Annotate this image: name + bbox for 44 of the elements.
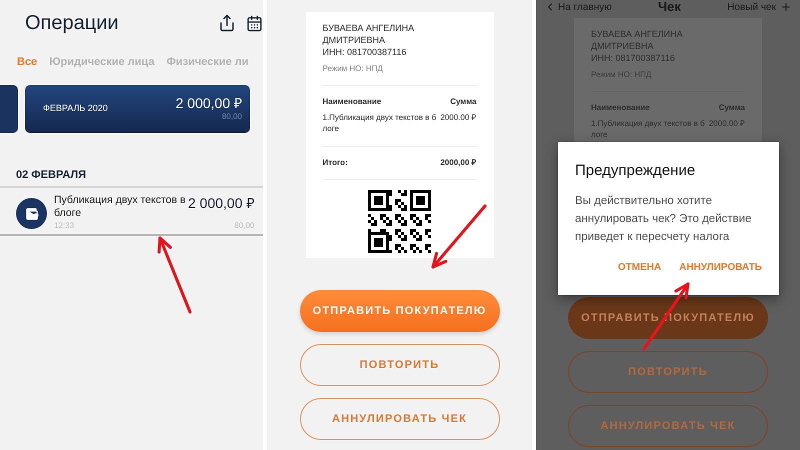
seller-name: БУВАЕВА АНГЕЛИНА ДМИТРИЕВНА: [591, 28, 684, 52]
seller-name: БУВАЕВА АНГЕЛИНА ДМИТРИЕВНА: [322, 22, 416, 46]
action-button[interactable]: ОТПРАВИТЬ ПОКУПАТЕЛЮ: [300, 290, 500, 332]
item-name: 1.Публикация двух текстов в блоге: [591, 118, 706, 140]
month-tax: 80,00: [222, 110, 242, 122]
filter-tab[interactable]: Все: [17, 54, 38, 70]
calendar-icon[interactable]: [246, 14, 263, 32]
tax-mode: Режим НО: НПД: [322, 63, 384, 75]
new-receipt-link[interactable]: Новый чек: [727, 0, 776, 14]
item-name: 1.Публикация двух текстов в блоге: [322, 112, 438, 134]
operation-title: Публикация двух текстов в блоге: [54, 194, 186, 220]
total-amount: 2000,00 ₽: [440, 157, 476, 169]
action-button[interactable]: АННУЛИРОВАТЬ ЧЕК: [568, 405, 768, 447]
date-header: 02 ФЕВРАЛЯ: [15, 168, 88, 182]
filter-tab[interactable]: Физические ли: [166, 54, 249, 70]
dialog-action-button[interactable]: АННУЛИРОВАТЬ: [679, 260, 762, 274]
item-amount: 2000.00 ₽: [708, 118, 745, 130]
month-card[interactable]: [0, 84, 18, 132]
month-period: ФЕВРАЛЬ 2020: [43, 102, 108, 115]
dialog-action-button[interactable]: ОТМЕНА: [618, 260, 662, 274]
dialog-title: Предупреждение: [575, 161, 696, 181]
wallet-icon: [16, 198, 47, 229]
filter-tab[interactable]: Юридические лица: [49, 54, 154, 70]
seller-inn: ИНН: 081700387116: [322, 46, 408, 58]
dialog-message: Вы действительно хотите аннулировать чек? Это действие приведет к пересчету налога: [575, 194, 753, 244]
action-button[interactable]: ПОВТОРИТЬ: [300, 344, 500, 386]
arrow-annotation: [432, 204, 486, 268]
column-header: Сумма: [450, 96, 476, 108]
back-link[interactable]: На главную: [558, 0, 612, 14]
screen-title: Операции: [25, 11, 119, 36]
plus-icon[interactable]: [780, 1, 792, 13]
share-icon[interactable]: [218, 14, 236, 32]
month-amount: 2 000,00 ₽: [176, 94, 242, 110]
operation-amount: 2 000,00 ₽: [188, 194, 254, 213]
column-header: Сумма: [718, 102, 745, 114]
total-label: Итого:: [322, 157, 348, 169]
item-amount: 2000.00 ₽: [440, 112, 476, 124]
seller-inn: ИНН: 081700387116: [591, 52, 676, 64]
action-button[interactable]: ПОВТОРИТЬ: [568, 351, 768, 393]
action-button[interactable]: АННУЛИРОВАТЬ ЧЕК: [300, 398, 500, 440]
header-title: Чек: [658, 0, 681, 16]
month-card[interactable]: ФЕВРАЛЬ 2020 2 000,00 ₽ 80,00: [25, 84, 250, 132]
column-header: Наименование: [591, 102, 650, 114]
column-header: Наименование: [322, 96, 382, 108]
